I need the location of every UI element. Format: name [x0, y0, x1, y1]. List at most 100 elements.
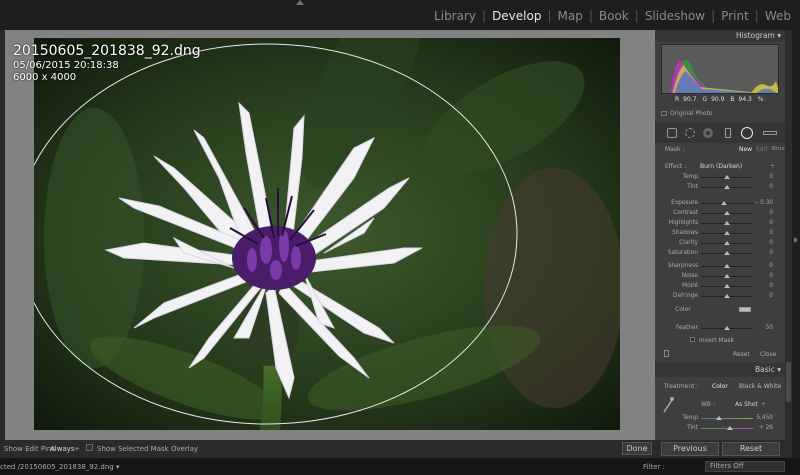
module-map[interactable]: Map — [555, 9, 586, 23]
exposure-knob[interactable] — [720, 201, 727, 205]
path-dropdown-icon[interactable]: ▾ — [116, 463, 120, 471]
temp-value[interactable]: 0 — [769, 174, 773, 180]
module-book[interactable]: Book — [596, 9, 632, 23]
sharpness-knob[interactable] — [724, 264, 730, 268]
moir-slider[interactable]: Moiré 0 — [655, 281, 785, 291]
collapse-top-panel-icon[interactable] — [296, 0, 304, 5]
clarity-knob[interactable] — [724, 241, 730, 245]
highlights-knob[interactable] — [724, 221, 730, 225]
contrast-knob[interactable] — [724, 211, 730, 215]
module-develop[interactable]: Develop — [489, 9, 544, 23]
defringe-slider[interactable]: Defringe 0 — [655, 291, 785, 301]
highlights-slider[interactable]: Highlights 0 — [655, 218, 785, 228]
basic-tint-knob[interactable] — [726, 426, 733, 430]
sharpness-value[interactable]: 0 — [769, 263, 773, 269]
effect-select[interactable]: Burn (Darken) — [700, 163, 742, 170]
basic-panel-header[interactable]: Basic ▾ — [655, 363, 785, 377]
collapse-triangle-icon[interactable]: ▾ — [777, 31, 781, 40]
exposure-value[interactable]: – 0.30 — [755, 200, 773, 206]
module-print[interactable]: Print — [718, 9, 752, 23]
radial-filter-icon[interactable] — [741, 127, 753, 139]
tint-value[interactable]: 0 — [769, 184, 773, 190]
color-swatch[interactable] — [739, 307, 751, 312]
tint-knob[interactable] — [724, 185, 730, 189]
collapse-right-panel-icon[interactable] — [794, 237, 798, 243]
moir-value[interactable]: 0 — [769, 283, 773, 289]
collapse-triangle-icon[interactable]: ▾ — [777, 365, 781, 374]
feather-knob[interactable] — [724, 326, 730, 330]
exposure-slider[interactable]: Exposure – 0.30 — [655, 198, 785, 208]
red-eye-icon[interactable] — [703, 128, 713, 138]
shadows-slider[interactable]: Shadows 0 — [655, 228, 785, 238]
treatment-color-button[interactable]: Color — [712, 383, 728, 390]
sharpness-slider[interactable]: Sharpness 0 — [655, 261, 785, 271]
histogram-graph[interactable] — [661, 44, 779, 94]
mask-reset-button[interactable]: Reset — [733, 351, 750, 358]
feather-slider[interactable]: Feather 50 — [655, 323, 785, 333]
clarity-value[interactable]: 0 — [769, 240, 773, 246]
noise-slider[interactable]: Noise 0 — [655, 271, 785, 281]
treatment-bw-button[interactable]: Black & White — [739, 383, 781, 390]
image-canvas[interactable]: 20150605_201838_92.dng 05/06/2015 20:18:… — [5, 30, 655, 440]
adjustment-brush-icon[interactable] — [763, 131, 777, 135]
defringe-value[interactable]: 0 — [769, 293, 773, 299]
temp-knob[interactable] — [724, 175, 730, 179]
histogram-header[interactable]: Histogram ▾ — [655, 30, 785, 42]
saturation-slider[interactable]: Saturation 0 — [655, 248, 785, 258]
right-panel-scrollbar[interactable] — [785, 30, 792, 458]
module-library[interactable]: Library — [431, 9, 479, 23]
clarity-slider[interactable]: Clarity 0 — [655, 238, 785, 248]
mask-overlay-checkbox[interactable] — [86, 444, 93, 451]
feather-value[interactable]: 50 — [766, 325, 773, 331]
r-label: R — [675, 96, 680, 103]
mask-overlay-label: Show Selected Mask Overlay — [97, 445, 199, 453]
defringe-knob[interactable] — [724, 294, 730, 298]
filmstrip-path[interactable]: cted /20150605_201838_92.dng ▾ — [0, 463, 119, 471]
spot-removal-icon[interactable] — [685, 128, 695, 138]
edit-pins-dropdown-icon[interactable]: ÷ — [74, 445, 80, 453]
contrast-slider[interactable]: Contrast 0 — [655, 208, 785, 218]
wb-select[interactable]: As Shot — [735, 401, 758, 408]
module-web[interactable]: Web — [762, 9, 794, 23]
panel-switch-icon[interactable] — [664, 350, 669, 357]
module-slideshow[interactable]: Slideshow — [642, 9, 708, 23]
original-photo-toggle[interactable]: Original Photo — [661, 110, 713, 117]
basic-temp-track[interactable] — [701, 418, 753, 419]
effect-dropdown-icon[interactable]: ÷ — [770, 163, 775, 170]
previous-reset-bar: Previous Reset — [655, 440, 785, 458]
mask-close-button[interactable]: Close — [760, 351, 776, 358]
photo-preview[interactable] — [34, 38, 620, 430]
noise-knob[interactable] — [724, 274, 730, 278]
moir-knob[interactable] — [724, 284, 730, 288]
tint-slider[interactable]: Tint 0 — [655, 182, 785, 192]
original-photo-checkbox[interactable] — [661, 111, 667, 116]
temp-label: Temp — [682, 174, 698, 180]
saturation-knob[interactable] — [724, 251, 730, 255]
basic-tint-value[interactable]: + 26 — [759, 425, 773, 431]
wb-dropdown-icon[interactable]: ÷ — [761, 401, 766, 408]
edit-pins-select[interactable]: Always — [50, 445, 75, 453]
filter-select[interactable]: Filters Off — [705, 461, 785, 472]
crop-tool-icon[interactable] — [667, 128, 677, 138]
basic-temp-knob[interactable] — [716, 416, 723, 420]
scrollbar-thumb[interactable] — [786, 362, 791, 402]
mask-edit-button[interactable]: Edit — [756, 146, 768, 153]
shadows-value[interactable]: 0 — [769, 230, 773, 236]
previous-button[interactable]: Previous — [661, 442, 719, 456]
temp-slider[interactable]: Temp 0 — [655, 172, 785, 182]
saturation-value[interactable]: 0 — [769, 250, 773, 256]
highlights-value[interactable]: 0 — [769, 220, 773, 226]
graduated-filter-icon[interactable] — [725, 128, 731, 138]
basic-temp-value[interactable]: 5,450 — [756, 415, 773, 421]
invert-mask-checkbox[interactable] — [690, 337, 695, 342]
contrast-value[interactable]: 0 — [769, 210, 773, 216]
basic-tint-slider[interactable]: Tint + 26 — [655, 423, 785, 433]
shadows-knob[interactable] — [724, 231, 730, 235]
done-button[interactable]: Done — [622, 442, 652, 455]
exposure-track[interactable] — [701, 203, 753, 204]
basic-temp-slider[interactable]: Temp 5,450 — [655, 413, 785, 423]
image-filename: 20150605_201838_92.dng — [13, 43, 201, 59]
noise-value[interactable]: 0 — [769, 273, 773, 279]
mask-new-button[interactable]: New — [739, 146, 752, 153]
reset-button[interactable]: Reset — [722, 442, 780, 456]
